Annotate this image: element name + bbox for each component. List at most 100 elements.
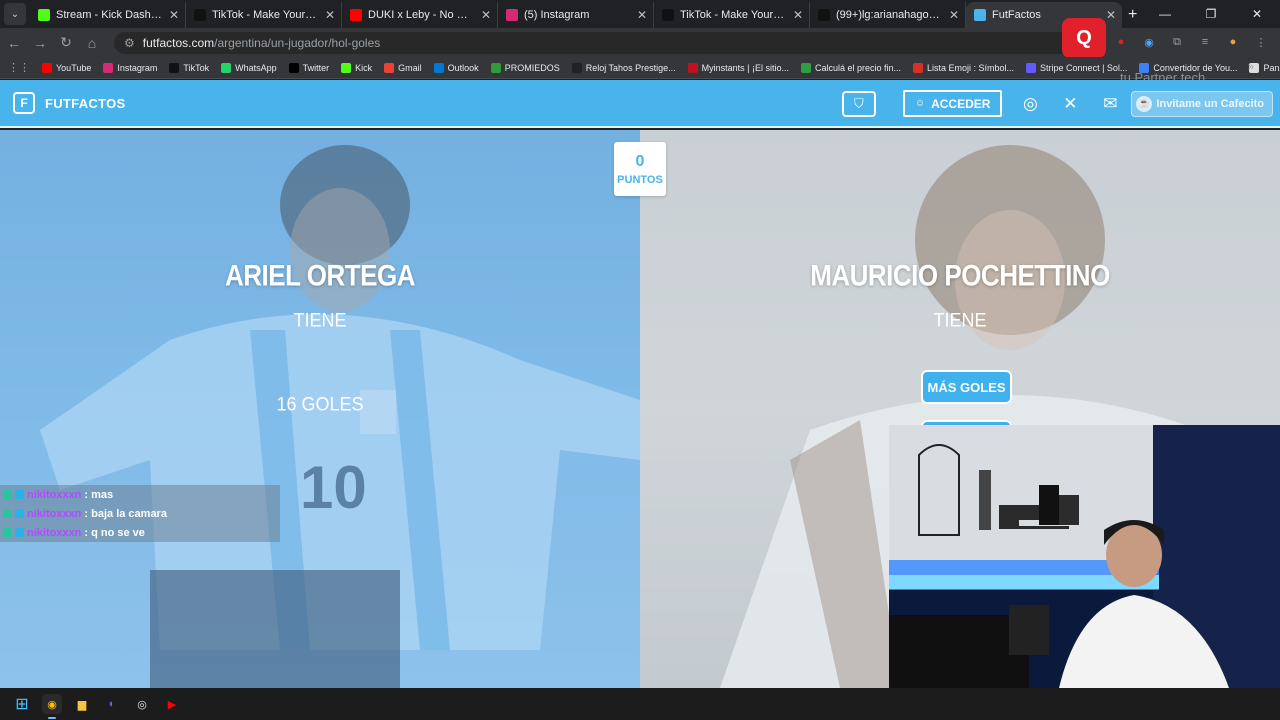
bookmark-favicon-icon bbox=[1026, 62, 1037, 73]
close-tab-icon[interactable]: ✕ bbox=[637, 8, 647, 22]
profile-avatar[interactable]: ● bbox=[1224, 33, 1242, 51]
browser-tab[interactable]: DUKI x Leby - No me Llore ✕ bbox=[342, 2, 498, 28]
new-tab-button[interactable]: + bbox=[1128, 6, 1137, 24]
more-goals-button[interactable]: MÁS GOLES bbox=[921, 370, 1012, 404]
tab-title: DUKI x Leby - No me Llore bbox=[368, 9, 475, 21]
browser-tab[interactable]: TikTok - Make Your Day ✕ bbox=[186, 2, 342, 28]
close-tab-icon[interactable]: ✕ bbox=[949, 8, 959, 22]
chrome-icon[interactable]: ◉ bbox=[42, 694, 62, 719]
bookmark-item[interactable]: Lista Emoji : Símbol... bbox=[913, 62, 1014, 73]
bookmark-favicon-icon bbox=[687, 62, 698, 73]
bookmark-item[interactable]: YouTube bbox=[42, 62, 91, 73]
tab-search-button[interactable]: ⌄ bbox=[4, 3, 26, 25]
score-value: 0 bbox=[635, 152, 645, 170]
bookmark-label: Instagram bbox=[117, 62, 158, 73]
bookmark-label: PROMIEDOS bbox=[504, 62, 560, 73]
home-icon[interactable]: ⌂ bbox=[80, 35, 104, 51]
close-tab-icon[interactable]: ✕ bbox=[481, 8, 491, 22]
close-window-icon[interactable]: ✕ bbox=[1234, 0, 1280, 28]
site-header: F FUTFACTOS ⛉ ☺ ACCEDER ◎ ✕ ✉ ☕ Invitame u… bbox=[0, 80, 1280, 128]
browser-tab[interactable]: TikTok - Make Your Day ✕ bbox=[654, 2, 810, 28]
media-icon[interactable]: ≡ bbox=[1196, 33, 1214, 51]
bookmark-item[interactable]: Calculá el precio fin... bbox=[800, 62, 901, 73]
restore-icon[interactable]: ❐ bbox=[1188, 0, 1234, 28]
bookmark-item[interactable]: TikTok bbox=[169, 62, 210, 73]
brand-name[interactable]: FUTFACTOS bbox=[45, 96, 125, 111]
file-explorer-icon[interactable]: ▆ bbox=[72, 694, 92, 714]
bookmark-item[interactable]: Panzoid bbox=[1249, 62, 1280, 73]
back-icon[interactable]: ← bbox=[2, 35, 26, 51]
bookmark-item[interactable]: Outlook bbox=[433, 62, 479, 73]
bookmark-item[interactable]: PROMIEDOS bbox=[490, 62, 560, 73]
bookmark-item[interactable]: Stripe Connect | Sol... bbox=[1026, 62, 1127, 73]
bookmark-label: Panzoid bbox=[1263, 62, 1280, 73]
badge-icon bbox=[15, 509, 24, 518]
bookmark-item[interactable]: WhatsApp bbox=[221, 62, 277, 73]
windows-start-icon[interactable]: ⊞ bbox=[12, 694, 32, 714]
coffee-icon: ☕ bbox=[1136, 95, 1153, 112]
youtube-icon bbox=[350, 9, 362, 21]
bookmark-list: YouTube Instagram TikTok WhatsApp Twitter Kic… bbox=[42, 62, 1280, 73]
futfactos-logo-icon[interactable]: F bbox=[13, 92, 35, 114]
mail-icon[interactable]: ✉ bbox=[1099, 93, 1121, 115]
puzzle-icon[interactable]: ⧉ bbox=[1168, 33, 1186, 51]
apps-icon[interactable]: ⋮⋮ bbox=[8, 61, 30, 74]
forward-icon[interactable]: → bbox=[28, 35, 52, 51]
bookmark-favicon-icon bbox=[221, 62, 232, 73]
tab-title: TikTok - Make Your Day bbox=[212, 9, 319, 21]
bookmark-item[interactable]: Kick bbox=[341, 62, 372, 73]
bookmark-label: Reloj Tahos Prestige... bbox=[585, 62, 676, 73]
minimize-icon[interactable]: — bbox=[1142, 0, 1188, 28]
bookmark-favicon-icon bbox=[490, 62, 501, 73]
obs-icon[interactable]: ◎ bbox=[132, 694, 152, 714]
cafecito-button[interactable]: ☕ Invitame un Cafecito bbox=[1131, 90, 1273, 117]
x-twitter-icon[interactable]: ✕ bbox=[1059, 93, 1081, 115]
bookmarks-bar: ⋮⋮ YouTube Instagram TikTok WhatsApp Twitter… bbox=[0, 57, 1280, 79]
webcam-overlay bbox=[889, 425, 1280, 688]
window-controls: — ❐ ✕ bbox=[1142, 0, 1280, 28]
extensions-area: ● ◉ ⧉ ≡ ● ⋮ bbox=[1112, 33, 1270, 51]
discord-icon[interactable]: ◐ bbox=[102, 694, 122, 714]
record-icon[interactable]: ● bbox=[1112, 33, 1130, 51]
reload-icon[interactable]: ↻ bbox=[54, 34, 78, 51]
chat-message: nikitoxxxn: baja la camara bbox=[0, 504, 280, 523]
chat-text: : q no se ve bbox=[84, 526, 145, 539]
browser-tab[interactable]: (99+)lg:arianahagostinaaa2_# ✕ bbox=[810, 2, 966, 28]
overlay-logo: Q bbox=[1062, 18, 1106, 58]
more-menu-icon[interactable]: ⋮ bbox=[1252, 33, 1270, 51]
browser-tab[interactable]: Stream - Kick Dashboard ✕ bbox=[30, 2, 186, 28]
user-icon: ☺ bbox=[914, 98, 926, 109]
browser-tab[interactable]: (5) Instagram ✕ bbox=[498, 2, 654, 28]
stream-chat-overlay: nikitoxxxn: mas nikitoxxxn: baja la camar… bbox=[0, 485, 280, 542]
bookmark-item[interactable]: Twitter bbox=[288, 62, 329, 73]
instagram-icon[interactable]: ◎ bbox=[1019, 93, 1041, 115]
score-box: 0 PUNTOS bbox=[614, 142, 666, 196]
tab-list: Stream - Kick Dashboard✕ TikTok - Make Yo… bbox=[30, 2, 1122, 28]
close-tab-icon[interactable]: ✕ bbox=[793, 8, 803, 22]
address-bar[interactable]: ⚙ futfactos.com/argentina/un-jugador/hol… bbox=[114, 31, 1094, 54]
youtube-taskbar-icon[interactable]: ▶ bbox=[162, 694, 182, 714]
tiktok-icon bbox=[662, 9, 674, 21]
close-tab-icon[interactable]: ✕ bbox=[1106, 8, 1116, 22]
webcam-feed bbox=[889, 425, 1280, 688]
futfactos-icon bbox=[974, 9, 986, 21]
tiktok-icon bbox=[818, 9, 830, 21]
close-tab-icon[interactable]: ✕ bbox=[169, 8, 179, 22]
badge-icon bbox=[15, 528, 24, 537]
bookmark-favicon-icon bbox=[103, 62, 114, 73]
bookmarks-overflow-icon[interactable]: » bbox=[1248, 61, 1254, 73]
audio-icon[interactable]: ◉ bbox=[1140, 33, 1158, 51]
right-tiene-label: TIENE bbox=[933, 308, 987, 331]
bookmark-item[interactable]: Gmail bbox=[384, 62, 422, 73]
bookmark-item[interactable]: Reloj Tahos Prestige... bbox=[571, 62, 676, 73]
shield-badge-button[interactable]: ⛉ bbox=[841, 90, 876, 117]
site-info-icon[interactable]: ⚙ bbox=[124, 36, 135, 50]
bookmark-label: TikTok bbox=[183, 62, 210, 73]
instagram-icon bbox=[506, 9, 518, 21]
bookmark-label: Calculá el precio fin... bbox=[814, 62, 901, 73]
bookmark-item[interactable]: Instagram bbox=[103, 62, 158, 73]
close-tab-icon[interactable]: ✕ bbox=[325, 8, 335, 22]
cafecito-label: Invitame un Cafecito bbox=[1156, 97, 1264, 110]
bookmark-item[interactable]: Myinstants | ¡El sitio... bbox=[687, 62, 789, 73]
login-button[interactable]: ☺ ACCEDER bbox=[902, 90, 1003, 117]
